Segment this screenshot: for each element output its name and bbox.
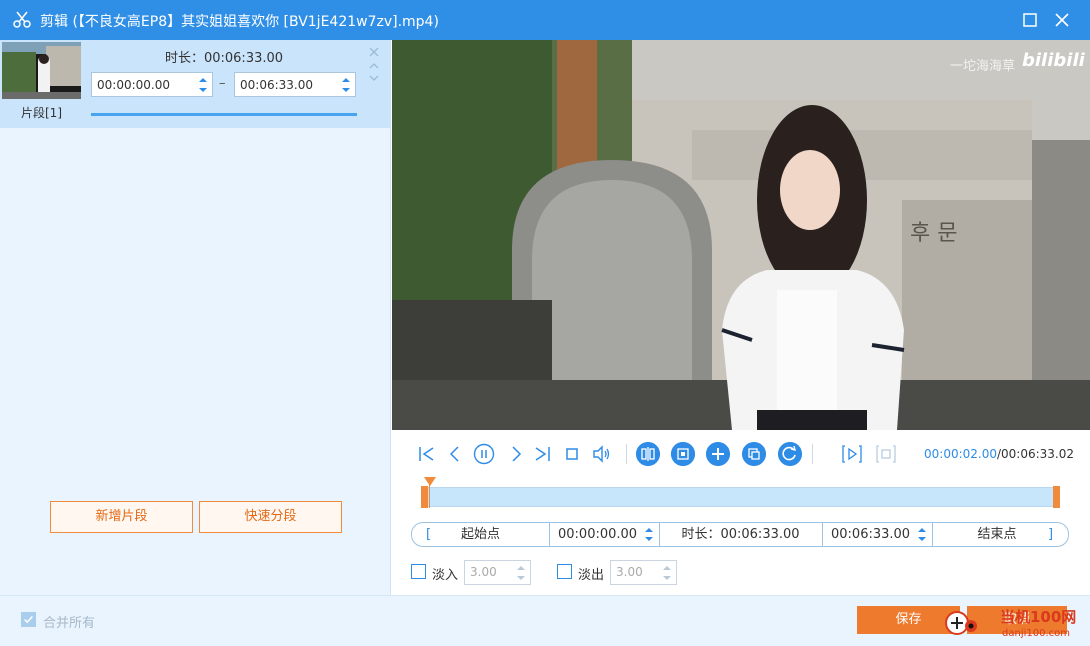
fade-in-value: 3.00	[470, 565, 497, 579]
toolbar-divider	[626, 444, 627, 464]
crop-icon[interactable]	[671, 442, 695, 466]
set-end-button[interactable]: 结束点	[932, 523, 1062, 546]
range-bar: [ 起始点 00:00:00.00 时长：00:06:33.00 00:06:3…	[411, 522, 1069, 547]
add-segment-button[interactable]: 新增片段	[50, 501, 193, 533]
move-up-icon[interactable]	[368, 60, 380, 72]
set-end-bracket[interactable]: ]	[1048, 523, 1053, 546]
segment-duration: 时长：00:06:33.00	[164, 51, 284, 66]
spin-arrows-icon[interactable]	[662, 563, 672, 583]
play-segment-icon[interactable]	[841, 443, 863, 465]
timeline-end-handle[interactable]	[1053, 486, 1060, 508]
go-to-end-icon[interactable]	[531, 443, 553, 465]
range-duration: 时长：00:06:33.00	[681, 527, 800, 542]
title-bar: 剪辑 (【不良女高EP8】其实姐姐喜欢你 [BV1jE421w7zv].mp4)	[0, 0, 1090, 40]
fade-out-checkbox[interactable]	[557, 564, 572, 579]
svg-text:후 문: 후 문	[910, 221, 957, 246]
timeline-start-handle[interactable]	[421, 486, 428, 508]
video-preview[interactable]: 후 문	[392, 40, 1090, 430]
spin-arrows-icon[interactable]	[644, 525, 654, 544]
close-icon[interactable]	[1052, 10, 1072, 30]
maximize-icon[interactable]	[1020, 10, 1040, 30]
spin-arrows-icon[interactable]	[341, 75, 351, 95]
fade-out-duration[interactable]: 3.00	[610, 560, 677, 585]
volume-icon[interactable]	[591, 443, 613, 465]
go-to-start-icon[interactable]	[416, 443, 438, 465]
fade-in-duration[interactable]: 3.00	[464, 560, 531, 585]
video-frame: 후 문	[392, 40, 1090, 430]
range-separator: –	[219, 76, 226, 91]
time-display: 00:00:02.00/00:06:33.02	[924, 447, 1074, 461]
pause-icon[interactable]	[473, 443, 495, 465]
current-time: 00:00:02.00	[924, 447, 997, 461]
set-start-button[interactable]: 起始点	[412, 523, 549, 546]
site-watermark-url: danji100.com	[1002, 628, 1070, 639]
move-down-icon[interactable]	[368, 72, 380, 84]
playhead-line	[429, 484, 430, 508]
segment-item[interactable]: 片段[1] 时长：00:06:33.00 –	[0, 40, 390, 128]
video-watermark: 一坨海海草	[950, 59, 1016, 74]
fade-out-value: 3.00	[616, 565, 643, 579]
playhead-marker[interactable]	[424, 477, 436, 486]
merge-all-label: 合并所有	[43, 616, 96, 631]
copy-icon[interactable]	[742, 442, 766, 466]
segment-label: 片段[1]	[21, 106, 62, 120]
range-start-input[interactable]: 00:00:00.00	[558, 523, 637, 546]
segment-progress-bar	[91, 113, 357, 116]
site-watermark-name: 当机100网	[1000, 608, 1077, 626]
total-time: /00:06:33.02	[996, 447, 1075, 461]
merge-all-checkbox[interactable]	[21, 612, 36, 627]
split-icon[interactable]	[636, 442, 660, 466]
segment-end-field[interactable]	[234, 72, 356, 97]
delete-segment-icon[interactable]	[368, 46, 380, 58]
fullscreen-icon[interactable]	[875, 443, 897, 465]
stop-icon[interactable]	[561, 443, 583, 465]
window-title: 剪辑 (【不良女高EP8】其实姐姐喜欢你 [BV1jE421w7zv].mp4)	[40, 14, 439, 30]
range-end-input[interactable]: 00:06:33.00	[831, 523, 910, 546]
segment-end-input[interactable]	[240, 76, 330, 94]
previous-frame-icon[interactable]	[444, 443, 466, 465]
spin-arrows-icon[interactable]	[198, 75, 208, 95]
segment-start-input[interactable]	[97, 76, 187, 94]
spin-arrows-icon[interactable]	[516, 563, 526, 583]
rotate-icon[interactable]	[778, 442, 802, 466]
site-watermark-logo	[945, 611, 977, 635]
quick-split-button[interactable]: 快速分段	[199, 501, 342, 533]
toolbar-divider	[812, 444, 813, 464]
bilibili-logo: bilibili	[1022, 50, 1085, 71]
segment-start-field[interactable]	[91, 72, 213, 97]
fade-out-label: 淡出	[578, 568, 605, 583]
segment-thumbnail	[2, 42, 81, 99]
add-icon[interactable]	[706, 442, 730, 466]
fade-in-label: 淡入	[432, 568, 459, 583]
scissors-icon	[13, 11, 31, 28]
spin-arrows-icon[interactable]	[917, 525, 927, 544]
timeline-track[interactable]	[422, 487, 1059, 507]
next-frame-icon[interactable]	[505, 443, 527, 465]
fade-in-checkbox[interactable]	[411, 564, 426, 579]
